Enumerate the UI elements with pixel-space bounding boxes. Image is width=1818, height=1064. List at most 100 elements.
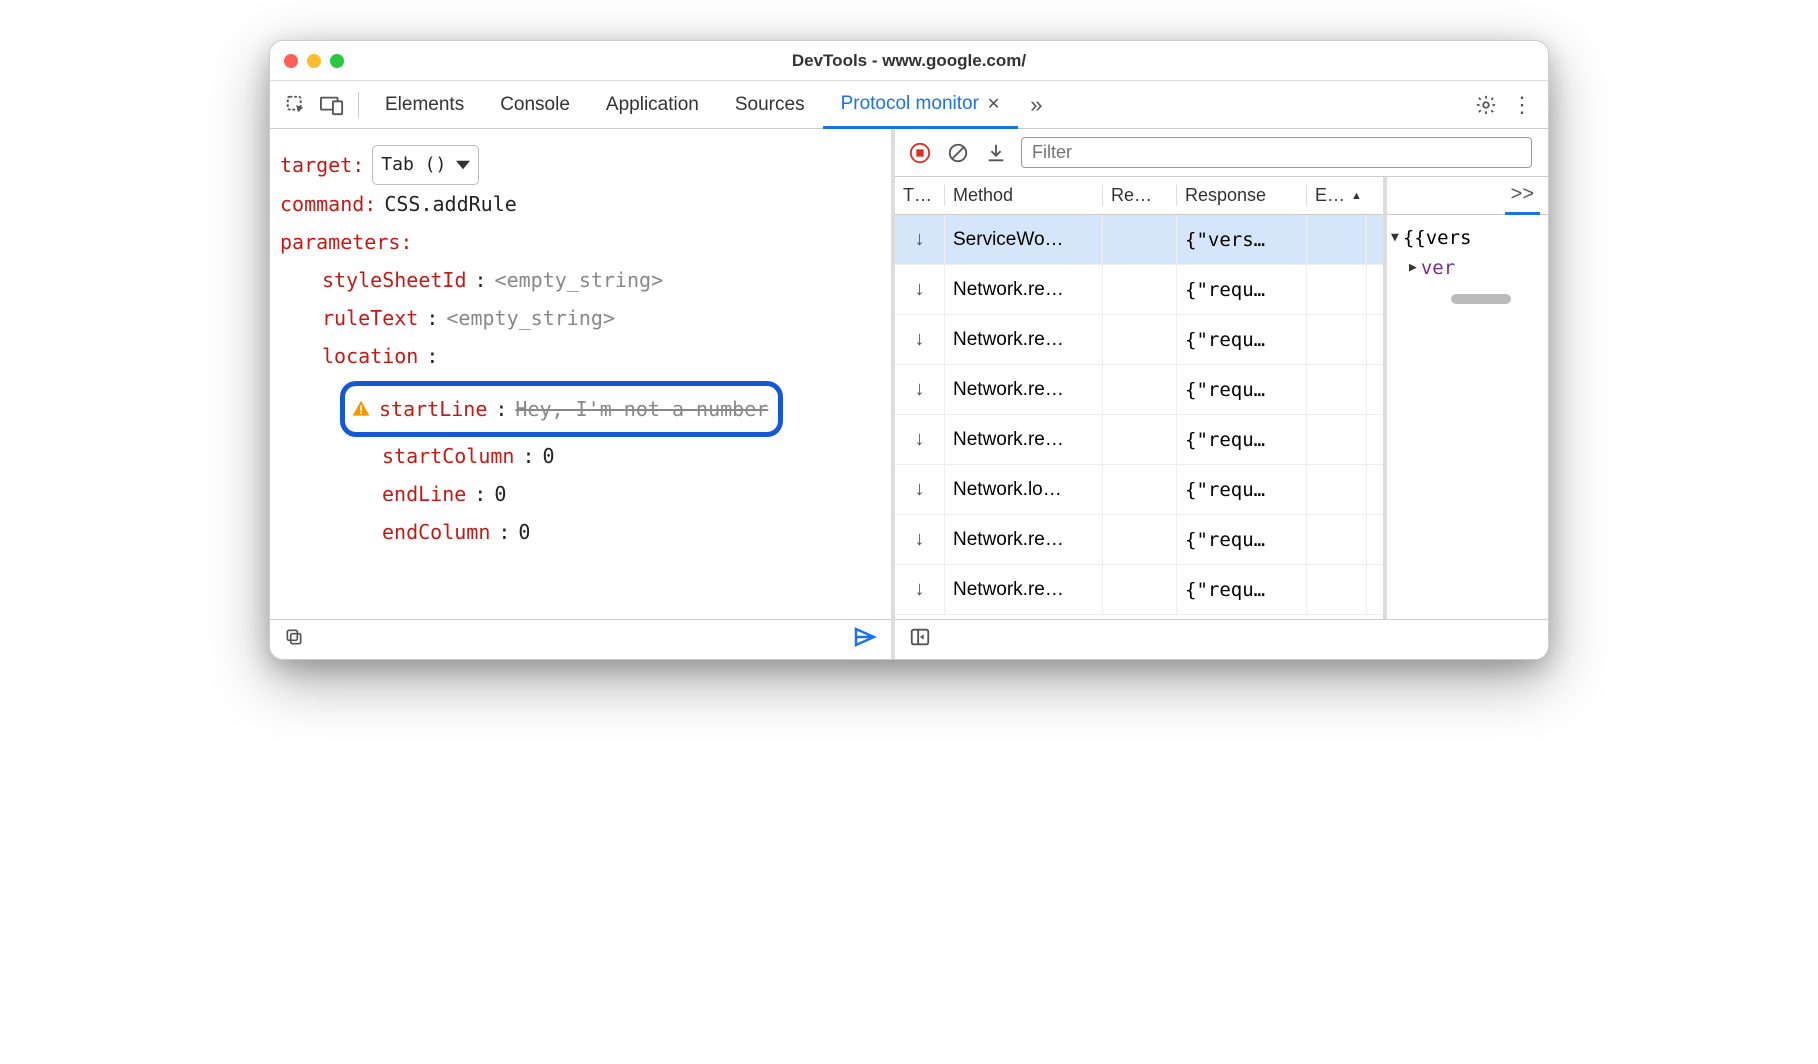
colon: : [475, 261, 487, 299]
target-select[interactable]: Tab () [372, 145, 479, 185]
table-row[interactable]: ↓ Network.re… {"requ… [895, 565, 1383, 615]
tab-label: Protocol monitor [841, 93, 979, 115]
param-startline-key: startLine [379, 390, 487, 428]
detail-sidebar: >> ▼ {{vers ▶ ver [1387, 177, 1548, 619]
param-endline-value[interactable]: 0 [494, 475, 506, 513]
arrow-down-icon: ↓ [895, 365, 945, 414]
record-button[interactable] [907, 140, 933, 166]
arrow-down-icon: ↓ [895, 265, 945, 314]
arrow-down-icon: ↓ [895, 315, 945, 364]
cell-response: {"requ… [1177, 365, 1307, 414]
minimize-window-button[interactable] [307, 54, 321, 68]
cell-method: ServiceWo… [945, 215, 1103, 264]
cell-response: {"requ… [1177, 265, 1307, 314]
messages-footer [895, 619, 1548, 659]
detail-tabs: >> [1387, 177, 1548, 215]
cell-elapsed [1307, 215, 1367, 264]
inspect-element-icon[interactable] [278, 87, 314, 123]
tab-sources[interactable]: Sources [717, 81, 823, 129]
more-tabs-icon[interactable]: » [1018, 87, 1054, 123]
device-toolbar-icon[interactable] [314, 87, 350, 123]
col-request[interactable]: Re… [1103, 185, 1177, 206]
cell-method: Network.re… [945, 515, 1103, 564]
horizontal-scrollbar[interactable] [1451, 294, 1511, 304]
param-startcolumn-value[interactable]: 0 [543, 437, 555, 475]
separator [358, 92, 359, 118]
sort-ascending-icon: ▲ [1351, 190, 1362, 202]
tree-root-label: {{vers [1403, 223, 1472, 253]
cell-method: Network.re… [945, 365, 1103, 414]
command-editor-panel: target: Tab () command: CSS.addRule para… [270, 129, 895, 659]
parameters-label: parameters: [280, 223, 412, 261]
cell-method: Network.re… [945, 265, 1103, 314]
table-row[interactable]: ↓ ServiceWo… {"vers… [895, 215, 1383, 265]
close-tab-icon[interactable]: ✕ [987, 94, 1000, 114]
tab-protocol-monitor[interactable]: Protocol monitor ✕ [823, 81, 1019, 129]
colon: : [522, 437, 534, 475]
arrow-down-icon: ↓ [895, 465, 945, 514]
cell-response: {"requ… [1177, 415, 1307, 464]
zoom-window-button[interactable] [330, 54, 344, 68]
table-row[interactable]: ↓ Network.re… {"requ… [895, 515, 1383, 565]
command-value[interactable]: CSS.addRule [384, 185, 516, 223]
param-ruletext-value[interactable]: <empty_string> [446, 299, 615, 337]
settings-gear-icon[interactable] [1468, 87, 1504, 123]
target-label: target: [280, 146, 364, 184]
table-row[interactable]: ↓ Network.lo… {"requ… [895, 465, 1383, 515]
validation-highlight: startLine : Hey, I'm not a number [340, 381, 783, 437]
more-tabs-button[interactable]: >> [1505, 177, 1540, 215]
table-row[interactable]: ↓ Network.re… {"requ… [895, 415, 1383, 465]
param-startline-value[interactable]: Hey, I'm not a number [515, 390, 768, 428]
table-row[interactable]: ↓ Network.re… {"requ… [895, 265, 1383, 315]
close-window-button[interactable] [284, 54, 298, 68]
col-method[interactable]: Method [945, 185, 1103, 206]
send-command-button[interactable] [853, 625, 877, 654]
col-elapsed[interactable]: E…▲ [1307, 185, 1367, 206]
cell-response: {"requ… [1177, 565, 1307, 614]
cell-method: Network.lo… [945, 465, 1103, 514]
cell-response: {"requ… [1177, 315, 1307, 364]
tab-application[interactable]: Application [588, 81, 717, 129]
devtools-window: DevTools - www.google.com/ Elements Cons… [269, 40, 1549, 660]
filter-input[interactable] [1021, 137, 1532, 168]
colon: : [426, 299, 438, 337]
response-tree[interactable]: ▼ {{vers ▶ ver [1387, 215, 1548, 292]
cell-response: {"requ… [1177, 515, 1307, 564]
traffic-lights [284, 54, 344, 68]
cell-response: {"requ… [1177, 465, 1307, 514]
cell-request [1103, 215, 1177, 264]
command-label: command: [280, 185, 376, 223]
table-header: T… Method Re… Response E…▲ [895, 177, 1383, 215]
copy-icon[interactable] [284, 627, 304, 652]
toggle-sidebar-icon[interactable] [909, 626, 931, 653]
param-endcolumn-key: endColumn [382, 513, 490, 551]
param-startcolumn-key: startColumn [382, 437, 514, 475]
table-row[interactable]: ↓ Network.re… {"requ… [895, 315, 1383, 365]
param-endcolumn-value[interactable]: 0 [518, 513, 530, 551]
download-button[interactable] [983, 140, 1009, 166]
param-ruletext-key: ruleText [322, 299, 418, 337]
colon: : [426, 337, 438, 375]
arrow-down-icon: ↓ [895, 215, 945, 264]
command-editor: target: Tab () command: CSS.addRule para… [270, 129, 891, 619]
messages-table: T… Method Re… Response E…▲ ↓ ServiceWo… … [895, 177, 1387, 619]
param-stylesheetid-value[interactable]: <empty_string> [495, 261, 664, 299]
triangle-right-icon: ▶ [1409, 258, 1417, 279]
clear-button[interactable] [945, 140, 971, 166]
messages-panel: T… Method Re… Response E…▲ ↓ ServiceWo… … [895, 129, 1548, 659]
kebab-menu-icon[interactable]: ⋮ [1504, 87, 1540, 123]
colon: : [474, 475, 486, 513]
param-location-key: location [322, 337, 418, 375]
tab-console[interactable]: Console [482, 81, 588, 129]
tree-child[interactable]: ▶ ver [1391, 253, 1544, 283]
tree-child-key: ver [1421, 253, 1455, 283]
window-title: DevTools - www.google.com/ [270, 51, 1548, 71]
table-row[interactable]: ↓ Network.re… {"requ… [895, 365, 1383, 415]
tree-root[interactable]: ▼ {{vers [1391, 223, 1544, 253]
warning-icon [351, 399, 371, 419]
col-type[interactable]: T… [895, 185, 945, 206]
cell-response: {"vers… [1177, 215, 1307, 264]
arrow-down-icon: ↓ [895, 515, 945, 564]
col-response[interactable]: Response [1177, 185, 1307, 206]
tab-elements[interactable]: Elements [367, 81, 482, 129]
